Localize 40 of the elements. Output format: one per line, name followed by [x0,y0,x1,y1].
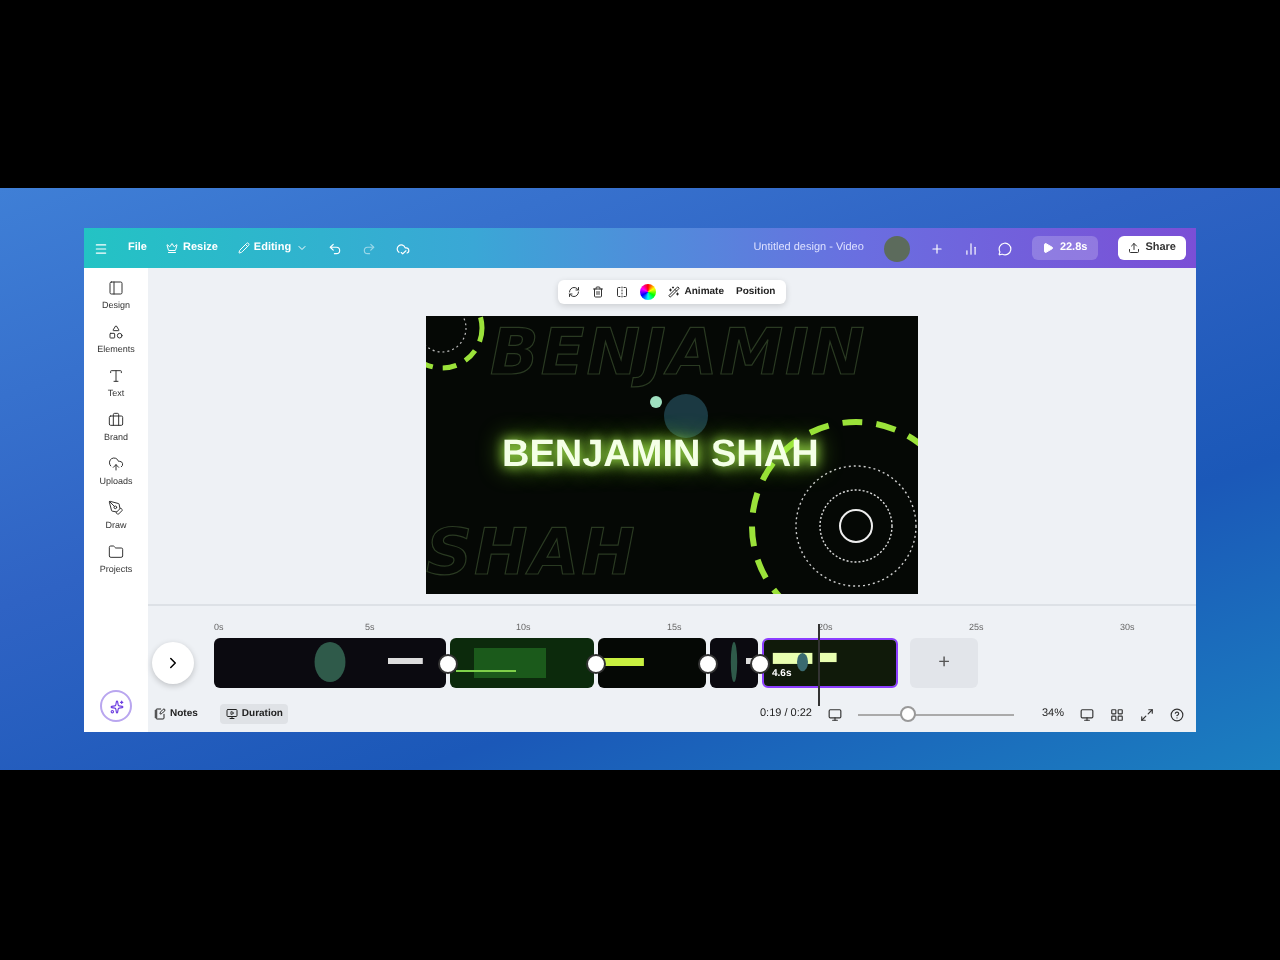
wand-icon [668,286,681,298]
chevron-right-icon [164,654,182,672]
uploads-icon [107,456,124,472]
undo-icon[interactable] [327,241,342,255]
draw-icon [107,500,124,516]
share-icon [1127,242,1140,254]
fullscreen-icon[interactable] [1140,707,1154,721]
crown-icon [166,242,179,254]
notes-icon [154,708,166,720]
design-icon [107,280,124,296]
pencil-icon [237,242,250,254]
chart-icon[interactable] [963,241,978,255]
color-wheel-icon[interactable] [640,284,657,300]
chevron-down-icon [295,242,308,254]
add-clip-button[interactable]: + [910,638,978,688]
magic-button[interactable] [100,690,132,722]
screen-play-icon [225,708,238,720]
timeline-clip[interactable] [598,638,706,688]
trash-icon[interactable] [592,286,605,298]
timeline-clip[interactable] [214,638,446,688]
timeline-clip[interactable] [450,638,594,688]
slider-thumb[interactable] [899,706,916,722]
projects-icon [107,544,124,560]
text-icon [107,368,124,384]
grid-icon[interactable] [1110,707,1124,721]
comment-icon[interactable] [997,241,1012,255]
monitor-icon[interactable] [827,707,842,721]
headline-text: BENJAMIN SHAH [502,436,819,474]
timeline-clip[interactable] [710,638,758,688]
play-icon [1041,242,1054,254]
monitor-icon[interactable] [1080,707,1094,721]
elements-icon [107,324,124,340]
brand-icon [107,412,124,428]
plus-icon[interactable] [929,241,944,255]
flip-icon[interactable] [616,286,629,298]
replace-icon[interactable] [568,286,581,298]
cloud-icon[interactable] [395,241,410,255]
sparkle-icon [109,699,123,713]
help-icon[interactable] [1170,707,1184,721]
spiral-drawing [426,316,485,371]
